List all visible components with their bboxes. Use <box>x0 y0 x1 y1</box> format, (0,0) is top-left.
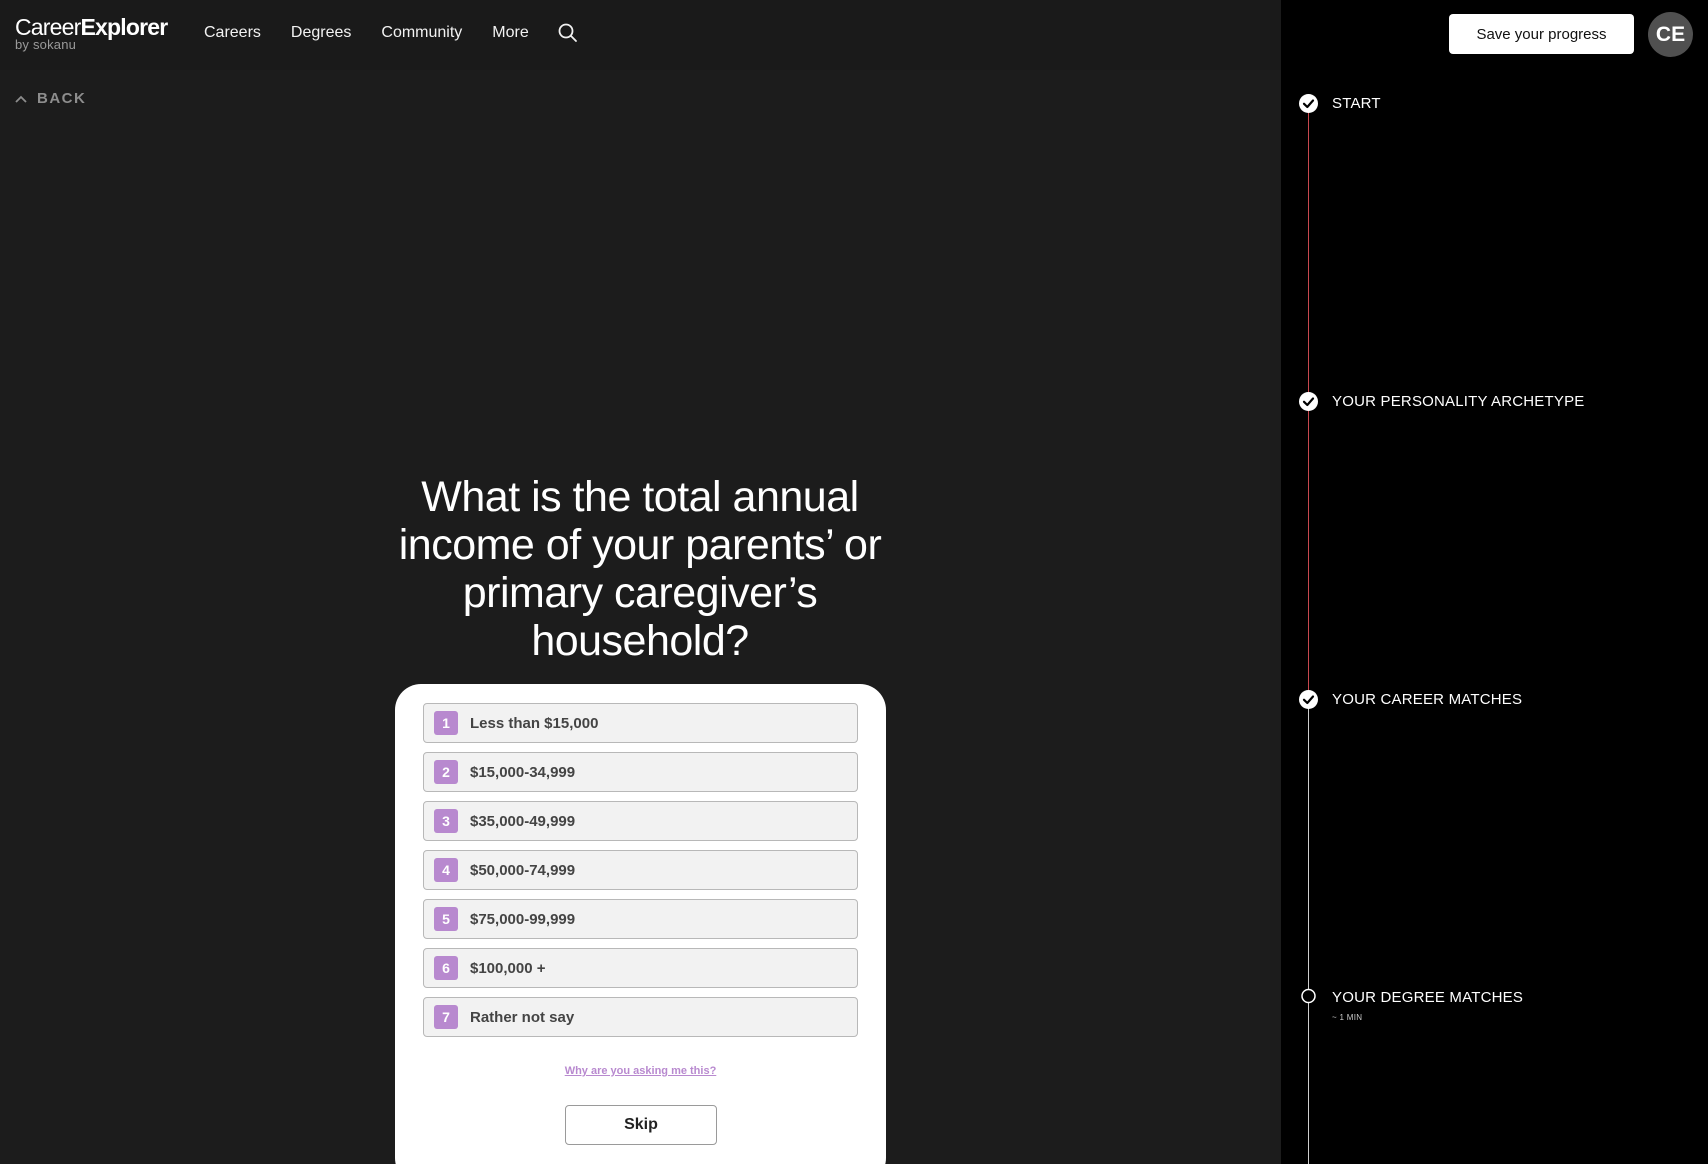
answer-option-7[interactable]: 7 Rather not say <box>423 997 858 1037</box>
step-degree-matches: YOUR DEGREE MATCHES ~ 1 MIN <box>1299 988 1523 1022</box>
option-label: Rather not say <box>470 1008 575 1026</box>
step-label: START <box>1332 95 1381 112</box>
skip-button[interactable]: Skip <box>565 1105 717 1145</box>
question-heading: What is the total annual income of your … <box>370 473 910 665</box>
progress-line-remaining <box>1308 702 1309 1164</box>
progress-panel: Save your progress CE START YOUR PERSONA… <box>1281 0 1708 1164</box>
option-number-badge: 7 <box>434 1005 458 1029</box>
option-number-badge: 3 <box>434 809 458 833</box>
empty-circle-icon <box>1301 988 1316 1004</box>
step-label: YOUR DEGREE MATCHES <box>1332 989 1524 1006</box>
answer-option-2[interactable]: 2 $15,000-34,999 <box>423 752 858 792</box>
main-nav: Careers Degrees Community More <box>204 22 579 44</box>
chevron-up-icon <box>15 95 27 103</box>
answer-option-5[interactable]: 5 $75,000-99,999 <box>423 899 858 939</box>
back-button[interactable]: BACK <box>15 90 86 107</box>
nav-degrees[interactable]: Degrees <box>291 24 351 42</box>
step-career-matches: YOUR CAREER MATCHES <box>1299 690 1522 709</box>
careerexplorer-logo[interactable]: CareerExplorer by sokanu <box>15 14 169 52</box>
step-label: YOUR PERSONALITY ARCHETYPE <box>1332 393 1585 410</box>
check-circle-icon <box>1299 690 1318 709</box>
why-asking-link[interactable]: Why are you asking me this? <box>395 1065 886 1077</box>
answer-option-1[interactable]: 1 Less than $15,000 <box>423 703 858 743</box>
save-progress-button[interactable]: Save your progress <box>1449 14 1634 54</box>
logo-wordmark: CareerExplorer <box>15 14 169 40</box>
avatar[interactable]: CE <box>1648 12 1693 57</box>
option-number-badge: 6 <box>434 956 458 980</box>
option-number-badge: 5 <box>434 907 458 931</box>
nav-more[interactable]: More <box>492 24 528 42</box>
nav-careers[interactable]: Careers <box>204 24 261 42</box>
step-text: YOUR DEGREE MATCHES ~ 1 MIN <box>1332 988 1523 1022</box>
answer-card: 1 Less than $15,000 2 $15,000-34,999 3 $… <box>395 684 886 1164</box>
option-number-badge: 4 <box>434 858 458 882</box>
search-icon[interactable] <box>557 22 579 44</box>
question-line-1: What is the total annual <box>421 473 859 521</box>
option-label: $35,000-49,999 <box>470 812 576 830</box>
question-line-3: primary caregiver’s <box>462 569 818 617</box>
option-label: $50,000-74,999 <box>470 861 576 879</box>
nav-community[interactable]: Community <box>381 24 462 42</box>
step-text: START <box>1332 94 1381 113</box>
top-navigation-bar: CareerExplorer by sokanu Careers Degrees… <box>0 0 1281 70</box>
option-label: $15,000-34,999 <box>470 763 576 781</box>
answer-options: 1 Less than $15,000 2 $15,000-34,999 3 $… <box>423 703 858 1046</box>
option-number-badge: 2 <box>434 760 458 784</box>
answer-option-6[interactable]: 6 $100,000 + <box>423 948 858 988</box>
step-text: YOUR CAREER MATCHES <box>1332 690 1522 709</box>
step-start: START <box>1299 94 1381 113</box>
back-label: BACK <box>37 90 87 107</box>
option-label: Less than $15,000 <box>470 714 599 732</box>
answer-option-3[interactable]: 3 $35,000-49,999 <box>423 801 858 841</box>
logo-wordmark-explorer: Explorer <box>80 14 169 40</box>
step-label: YOUR CAREER MATCHES <box>1332 691 1523 708</box>
answer-option-4[interactable]: 4 $50,000-74,999 <box>423 850 858 890</box>
step-time-estimate: ~ 1 MIN <box>1332 1013 1363 1022</box>
option-label: $100,000 + <box>470 959 546 977</box>
check-circle-icon <box>1299 392 1318 411</box>
option-label: $75,000-99,999 <box>470 910 576 928</box>
question-line-2: income of your parents’ or <box>398 521 882 569</box>
question-line-4: household? <box>531 617 749 665</box>
step-personality-archetype: YOUR PERSONALITY ARCHETYPE <box>1299 392 1585 411</box>
check-circle-icon <box>1299 94 1318 113</box>
option-number-badge: 1 <box>434 711 458 735</box>
step-text: YOUR PERSONALITY ARCHETYPE <box>1332 392 1585 411</box>
